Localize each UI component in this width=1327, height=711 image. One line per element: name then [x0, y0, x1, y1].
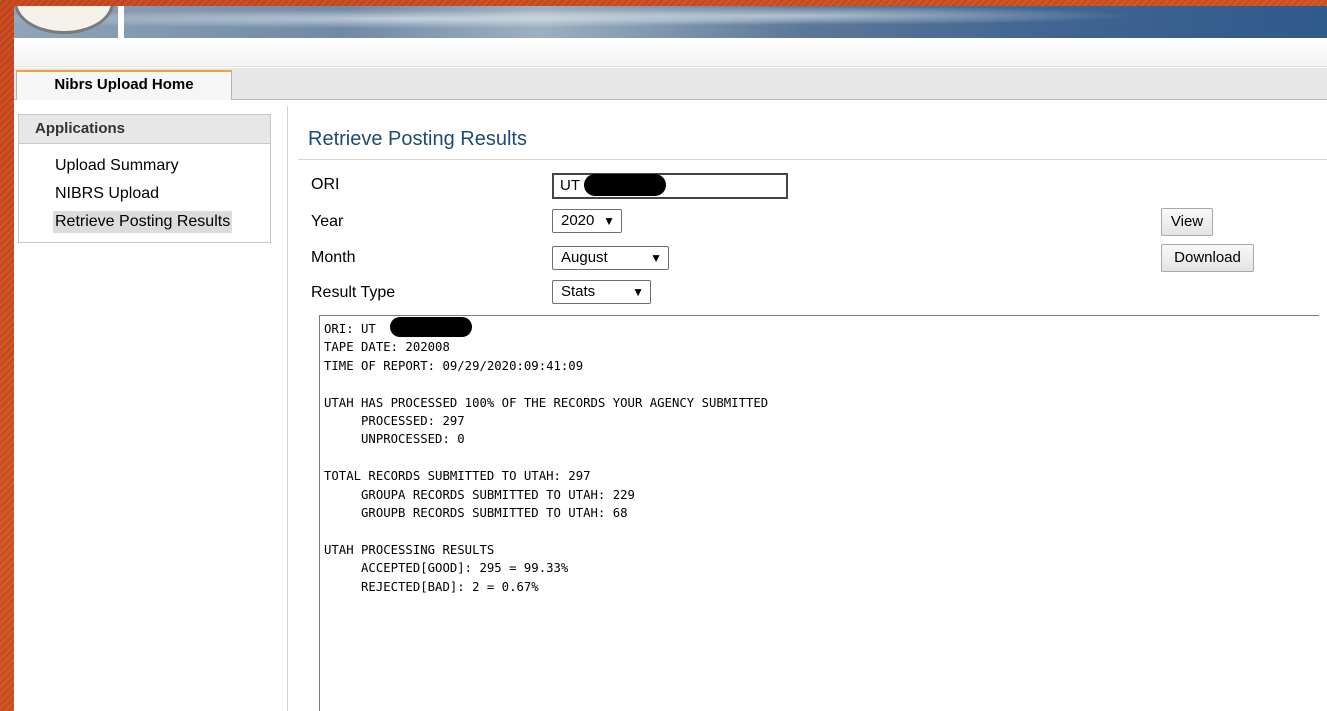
- top-nav-bar: [14, 38, 1327, 67]
- sidebar-heading: Applications: [19, 115, 270, 144]
- result-type-select-value: Stats: [561, 283, 596, 300]
- header-banner: ★ 1927 ★: [14, 6, 1327, 38]
- chevron-down-icon: ▼: [650, 251, 662, 265]
- sidebar-item-retrieve-posting-results[interactable]: Retrieve Posting Results: [53, 211, 233, 233]
- year-label: Year: [311, 213, 344, 230]
- sidebar-item-nibrs-upload[interactable]: NIBRS Upload: [55, 183, 159, 205]
- sidebar: Applications Upload Summary NIBRS Upload…: [18, 114, 271, 243]
- tab-nibrs-upload-home[interactable]: Nibrs Upload Home: [16, 70, 232, 100]
- tab-bar: Nibrs Upload Home: [14, 68, 1327, 100]
- chevron-down-icon: ▼: [632, 285, 644, 299]
- results-textarea[interactable]: ORI: UT TAPE DATE: 202008 TIME OF REPORT…: [319, 315, 1319, 711]
- chevron-down-icon: ▼: [603, 214, 615, 228]
- results-text: ORI: UT TAPE DATE: 202008 TIME OF REPORT…: [324, 322, 769, 594]
- page: ★ 1927 ★ Nibrs Upload Home Applications …: [14, 6, 1327, 711]
- month-select-value: August: [561, 249, 608, 266]
- result-type-label: Result Type: [311, 284, 396, 301]
- year-select-value: 2020: [561, 212, 595, 229]
- sidebar-item-upload-summary[interactable]: Upload Summary: [55, 155, 179, 177]
- view-button[interactable]: View: [1161, 208, 1213, 236]
- year-select[interactable]: 2020 ▼: [552, 209, 622, 233]
- download-button[interactable]: Download: [1161, 244, 1254, 272]
- redaction-mark: [584, 174, 666, 196]
- redaction-mark: [390, 317, 472, 337]
- month-label: Month: [311, 249, 356, 266]
- title-divider: [298, 159, 1327, 160]
- result-type-select[interactable]: Stats ▼: [552, 280, 651, 304]
- state-seal-logo: ★ 1927 ★: [14, 6, 114, 34]
- content-divider: [287, 106, 288, 711]
- month-select[interactable]: August ▼: [552, 246, 669, 270]
- page-title: Retrieve Posting Results: [308, 128, 527, 150]
- banner-separator: [118, 6, 124, 38]
- ori-label: ORI: [311, 176, 340, 193]
- ori-value: UT: [560, 177, 580, 194]
